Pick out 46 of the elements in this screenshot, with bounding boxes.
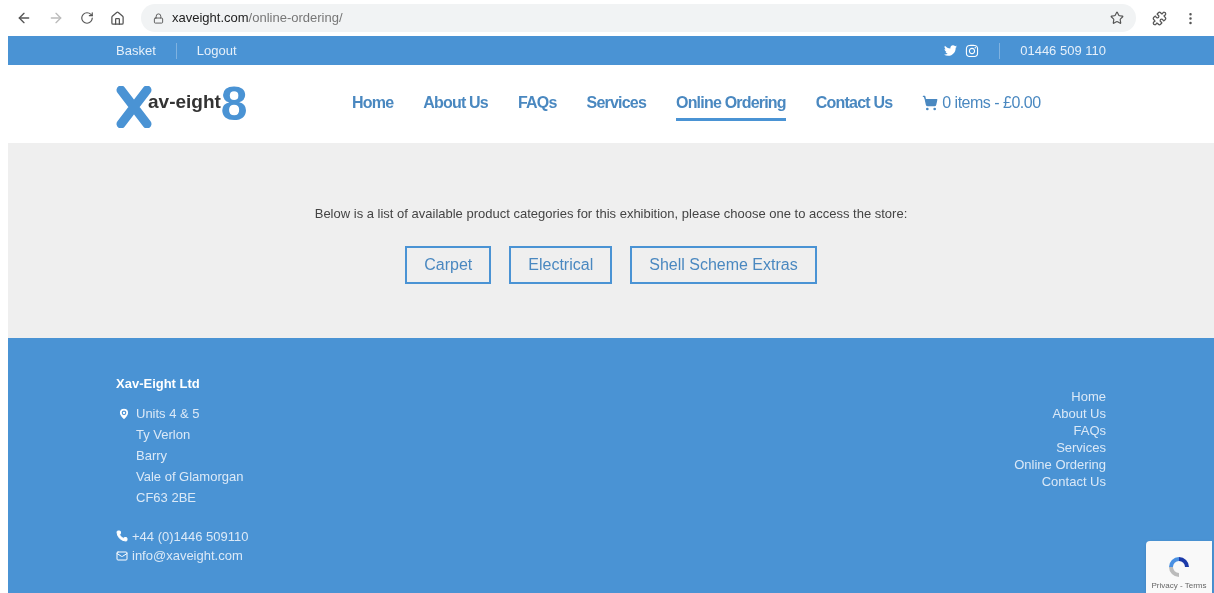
footer-phone: +44 (0)1446 509110 bbox=[132, 527, 249, 546]
reload-icon[interactable] bbox=[80, 11, 94, 25]
logo-text: av-eight bbox=[148, 90, 221, 112]
address-line: Barry bbox=[136, 447, 168, 466]
nav-link[interactable]: About Us bbox=[423, 87, 488, 121]
nav-link[interactable]: Home bbox=[352, 87, 394, 121]
topbar-link[interactable]: Basket bbox=[116, 40, 156, 61]
extensions-icon[interactable] bbox=[1152, 10, 1167, 26]
email-link[interactable]: info@xaveight.com bbox=[132, 546, 243, 566]
category-button[interactable]: Electrical bbox=[509, 245, 613, 284]
nav-link[interactable]: FAQs bbox=[517, 87, 557, 121]
instagram-icon[interactable] bbox=[965, 43, 980, 58]
address-line: Vale of Glamorgan bbox=[136, 468, 244, 487]
home-icon[interactable] bbox=[110, 10, 125, 26]
mail-icon bbox=[116, 549, 128, 562]
nav-link[interactable]: Contact Us bbox=[815, 87, 893, 121]
address-line: Ty Verlon bbox=[136, 426, 191, 445]
nav-link[interactable]: Online Ordering bbox=[676, 87, 786, 121]
footer-link[interactable]: Contact Us bbox=[1041, 473, 1106, 490]
footer-link[interactable]: FAQs bbox=[1073, 422, 1106, 439]
phone-number: 01446 509 110 bbox=[1020, 41, 1106, 60]
logo-digit: 8 bbox=[220, 80, 248, 128]
phone-icon bbox=[116, 530, 128, 543]
lock-icon bbox=[153, 12, 164, 24]
intro-text: Below is a list of available product categories for this exhibition, please choose one to access the store: bbox=[314, 205, 908, 223]
cart-icon bbox=[922, 95, 939, 111]
company-name: Xav-Eight Ltd bbox=[116, 375, 201, 393]
recaptcha-links[interactable]: Privacy - Terms bbox=[1151, 580, 1207, 592]
address-line: Units 4 & 5 bbox=[136, 405, 200, 424]
back-icon[interactable] bbox=[16, 10, 32, 26]
footer-link[interactable]: Home bbox=[1071, 388, 1106, 405]
recaptcha-icon bbox=[1166, 554, 1192, 580]
nav-link[interactable]: Services bbox=[586, 87, 646, 121]
address-line: CF63 2BE bbox=[136, 489, 196, 508]
category-button[interactable]: Carpet bbox=[405, 245, 492, 284]
category-button[interactable]: Shell Scheme Extras bbox=[630, 245, 817, 284]
footer-link[interactable]: Services bbox=[1056, 439, 1106, 456]
url-text: xaveight.com/online-ordering/ bbox=[172, 9, 343, 28]
footer-link[interactable]: Online Ordering bbox=[1014, 456, 1106, 473]
star-icon[interactable] bbox=[1110, 11, 1124, 25]
topbar-link[interactable]: Logout bbox=[196, 40, 237, 61]
footer-link[interactable]: About Us bbox=[1052, 405, 1106, 422]
recaptcha-badge[interactable]: Privacy - Terms bbox=[1146, 541, 1212, 593]
cart-link[interactable]: 0 items - £0.00 bbox=[922, 87, 1041, 121]
twitter-icon[interactable] bbox=[944, 44, 958, 57]
address-bar[interactable]: xaveight.com/online-ordering/ bbox=[141, 4, 1136, 32]
